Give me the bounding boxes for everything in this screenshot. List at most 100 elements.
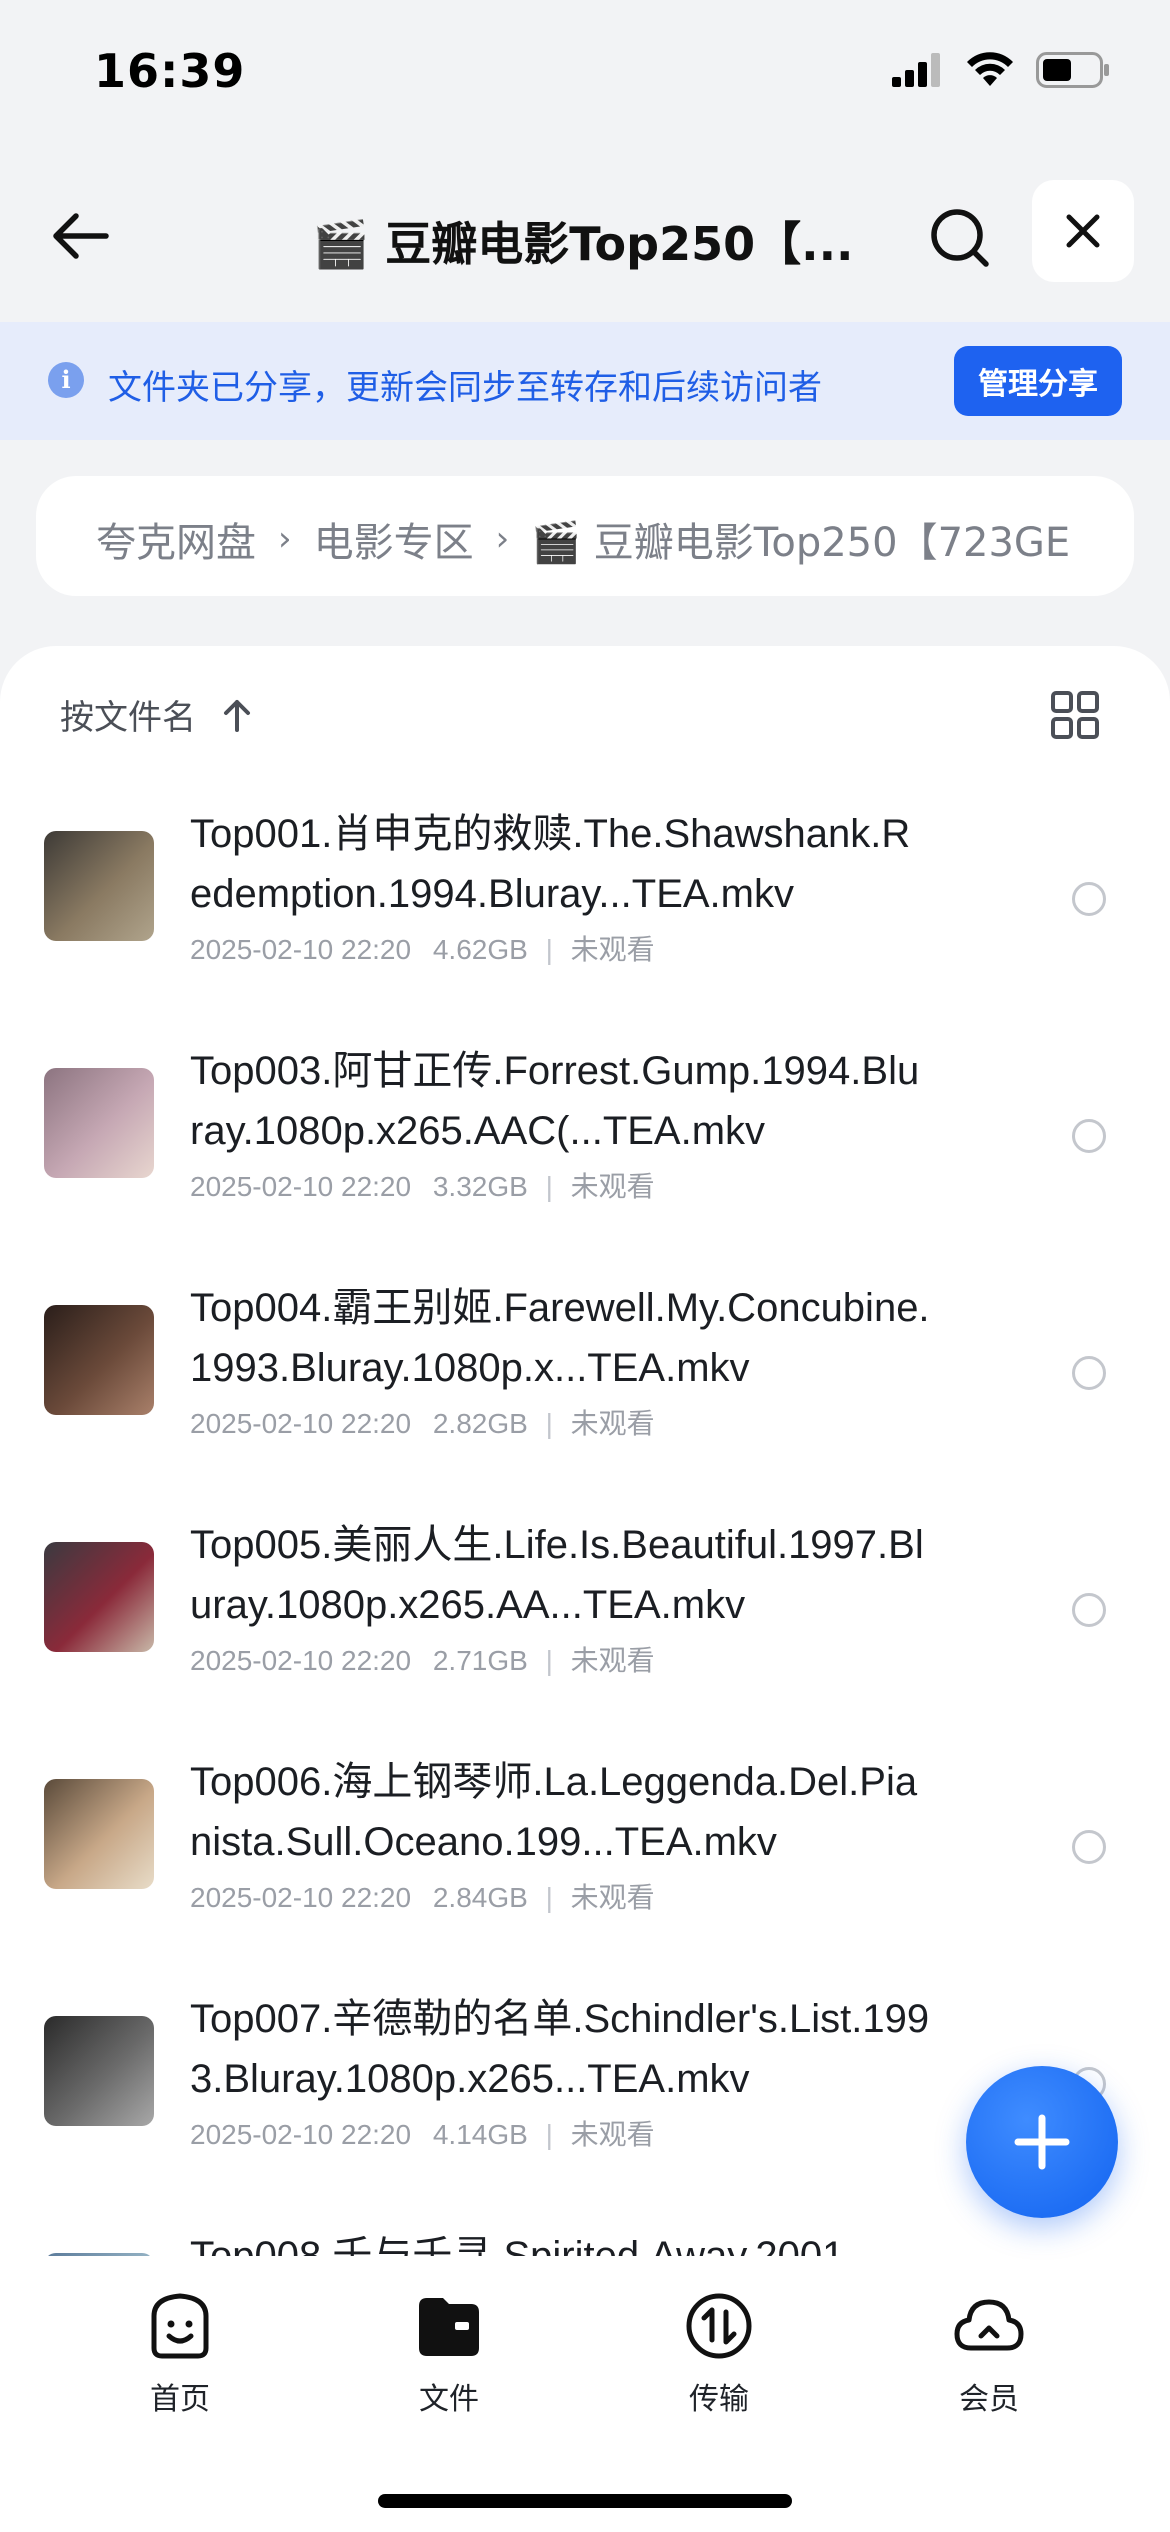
video-thumbnail [44,2253,154,2256]
info-icon: i [48,362,84,398]
tab-files[interactable]: 文件 [369,2290,529,2418]
breadcrumb-item-current: 🎬 豆瓣电影Top250【723GE [531,520,1071,566]
chevron-right-icon: › [495,519,510,559]
wifi-icon [967,52,1013,86]
watch-status: 未观看 [570,1645,655,1676]
watch-status: 未观看 [570,1882,655,1913]
file-list: Top001.肖申克的救赎.The.Shawshank.Redemption.1… [0,796,1170,2256]
video-thumbnail [44,1305,154,1415]
file-list-item[interactable]: Top004.霸王别姬.Farewell.My.Concubine.1993.B… [0,1270,1170,1507]
nav-bar: 🎬 豆瓣电影Top250【... [0,170,1170,300]
file-date: 2025-02-10 22:20 [190,1645,412,1676]
file-list-item[interactable]: Top008.千与千寻.Spirited.Away.2001 [0,2218,1170,2256]
file-size: 2.82GB [432,1408,528,1439]
meta-divider: | [545,1645,553,1676]
transfer-icon [686,2293,752,2359]
plus-icon [1014,2114,1070,2170]
status-icons [892,52,1110,88]
meta-divider: | [545,1882,553,1913]
file-name: Top006.海上钢琴师.La.Leggenda.Del.Pianista.Su… [190,1760,918,1864]
file-date: 2025-02-10 22:20 [190,934,412,965]
meta-divider: | [545,1171,553,1202]
file-date: 2025-02-10 22:20 [190,2119,412,2150]
watch-status: 未观看 [570,934,655,965]
select-radio[interactable] [1072,1593,1106,1627]
file-name: Top003.阿甘正传.Forrest.Gump.1994.Bluray.108… [190,1049,920,1153]
file-meta: 2025-02-10 22:20 2.71GB | 未观看 [190,1639,655,1679]
share-banner: i 文件夹已分享，更新会同步至转存和后续访问者 管理分享 [0,322,1170,440]
file-date: 2025-02-10 22:20 [190,1408,412,1439]
page-title: 🎬 豆瓣电影Top250【... [312,217,854,271]
file-size: 3.32GB [432,1171,528,1202]
tab-bar: 首页 文件 传输 会员 [0,2266,1170,2532]
file-meta: 2025-02-10 22:20 2.82GB | 未观看 [190,1402,655,1442]
arrow-left-icon [53,213,109,259]
close-icon [1066,214,1100,248]
file-name: Top004.霸王别姬.Farewell.My.Concubine.1993.B… [190,1286,930,1390]
meta-divider: | [545,1408,553,1439]
video-thumbnail [44,1068,154,1178]
select-radio[interactable] [1072,1119,1106,1153]
close-button[interactable] [1032,180,1134,282]
file-list-item[interactable]: Top001.肖申克的救赎.The.Shawshank.Redemption.1… [0,796,1170,1033]
home-indicator [378,2494,792,2508]
cloud-icon [954,2299,1024,2351]
file-name: Top008.千与千寻.Spirited.Away.2001 [190,2234,845,2256]
file-meta: 2025-02-10 22:20 4.14GB | 未观看 [190,2113,655,2153]
file-name: Top005.美丽人生.Life.Is.Beautiful.1997.Blura… [190,1523,924,1627]
manage-share-button[interactable]: 管理分享 [954,346,1122,416]
watch-status: 未观看 [570,1408,655,1439]
breadcrumb-item-movies[interactable]: 电影专区 [314,510,474,568]
status-bar: 16:39 [0,0,1170,150]
meta-divider: | [545,2119,553,2150]
file-size: 4.14GB [432,2119,528,2150]
file-name: Top001.肖申克的救赎.The.Shawshank.Redemption.1… [190,812,911,916]
tab-label: 会员 [959,2382,1019,2417]
breadcrumb-items: 夸克网盘 › 电影专区 › 🎬 豆瓣电影Top250【723GE [96,510,1074,568]
tab-label: 首页 [150,2382,210,2417]
video-thumbnail [44,831,154,941]
search-icon [931,209,989,267]
tab-membership[interactable]: 会员 [909,2290,1069,2418]
file-meta: 2025-02-10 22:20 3.32GB | 未观看 [190,1165,655,1205]
folder-icon [419,2298,479,2356]
arrow-up-icon [224,699,250,732]
watch-status: 未观看 [570,1171,655,1202]
select-radio[interactable] [1072,882,1106,916]
video-thumbnail [44,1542,154,1652]
battery-icon [1036,52,1109,88]
file-size: 2.71GB [432,1645,528,1676]
chevron-right-icon: › [278,519,292,559]
file-date: 2025-02-10 22:20 [190,1882,412,1913]
grid-view-icon[interactable] [1050,690,1100,740]
file-meta: 2025-02-10 22:20 2.84GB | 未观看 [190,1876,655,1916]
breadcrumb-item-root[interactable]: 夸克网盘 [96,510,256,568]
sort-control[interactable]: 按文件名 [60,690,252,739]
file-list-item[interactable]: Top003.阿甘正传.Forrest.Gump.1994.Bluray.108… [0,1033,1170,1270]
video-thumbnail [44,2016,154,2126]
file-size: 4.62GB [432,934,528,965]
status-time: 16:39 [94,44,246,98]
tab-transfer[interactable]: 传输 [639,2290,799,2418]
file-meta: 2025-02-10 22:20 4.62GB | 未观看 [190,928,655,968]
select-radio[interactable] [1072,1830,1106,1864]
tab-label: 传输 [689,2382,749,2417]
select-radio[interactable] [1072,1356,1106,1390]
tab-label: 文件 [419,2382,479,2417]
breadcrumb: 夸克网盘 › 电影专区 › 🎬 豆瓣电影Top250【723GE [36,476,1134,596]
tab-home[interactable]: 首页 [100,2290,260,2418]
search-button[interactable] [922,200,998,276]
file-date: 2025-02-10 22:20 [190,1171,412,1202]
file-size: 2.84GB [432,1882,528,1913]
smile-face-icon [151,2293,209,2359]
file-name: Top007.辛德勒的名单.Schindler's.List.1993.Blur… [190,1997,930,2101]
file-sheet: 按文件名 Top001.肖申克的救赎.The.Shawshank.Redempt… [0,646,1170,2532]
file-list-item[interactable]: Top005.美丽人生.Life.Is.Beautiful.1997.Blura… [0,1507,1170,1744]
share-notice-text: 文件夹已分享，更新会同步至转存和后续访问者 [108,368,822,408]
video-thumbnail [44,1779,154,1889]
back-button[interactable] [44,200,116,272]
add-button[interactable] [966,2066,1118,2218]
file-list-item[interactable]: Top006.海上钢琴师.La.Leggenda.Del.Pianista.Su… [0,1744,1170,1981]
sort-label: 按文件名 [60,698,196,738]
cellular-signal-icon [892,53,940,87]
